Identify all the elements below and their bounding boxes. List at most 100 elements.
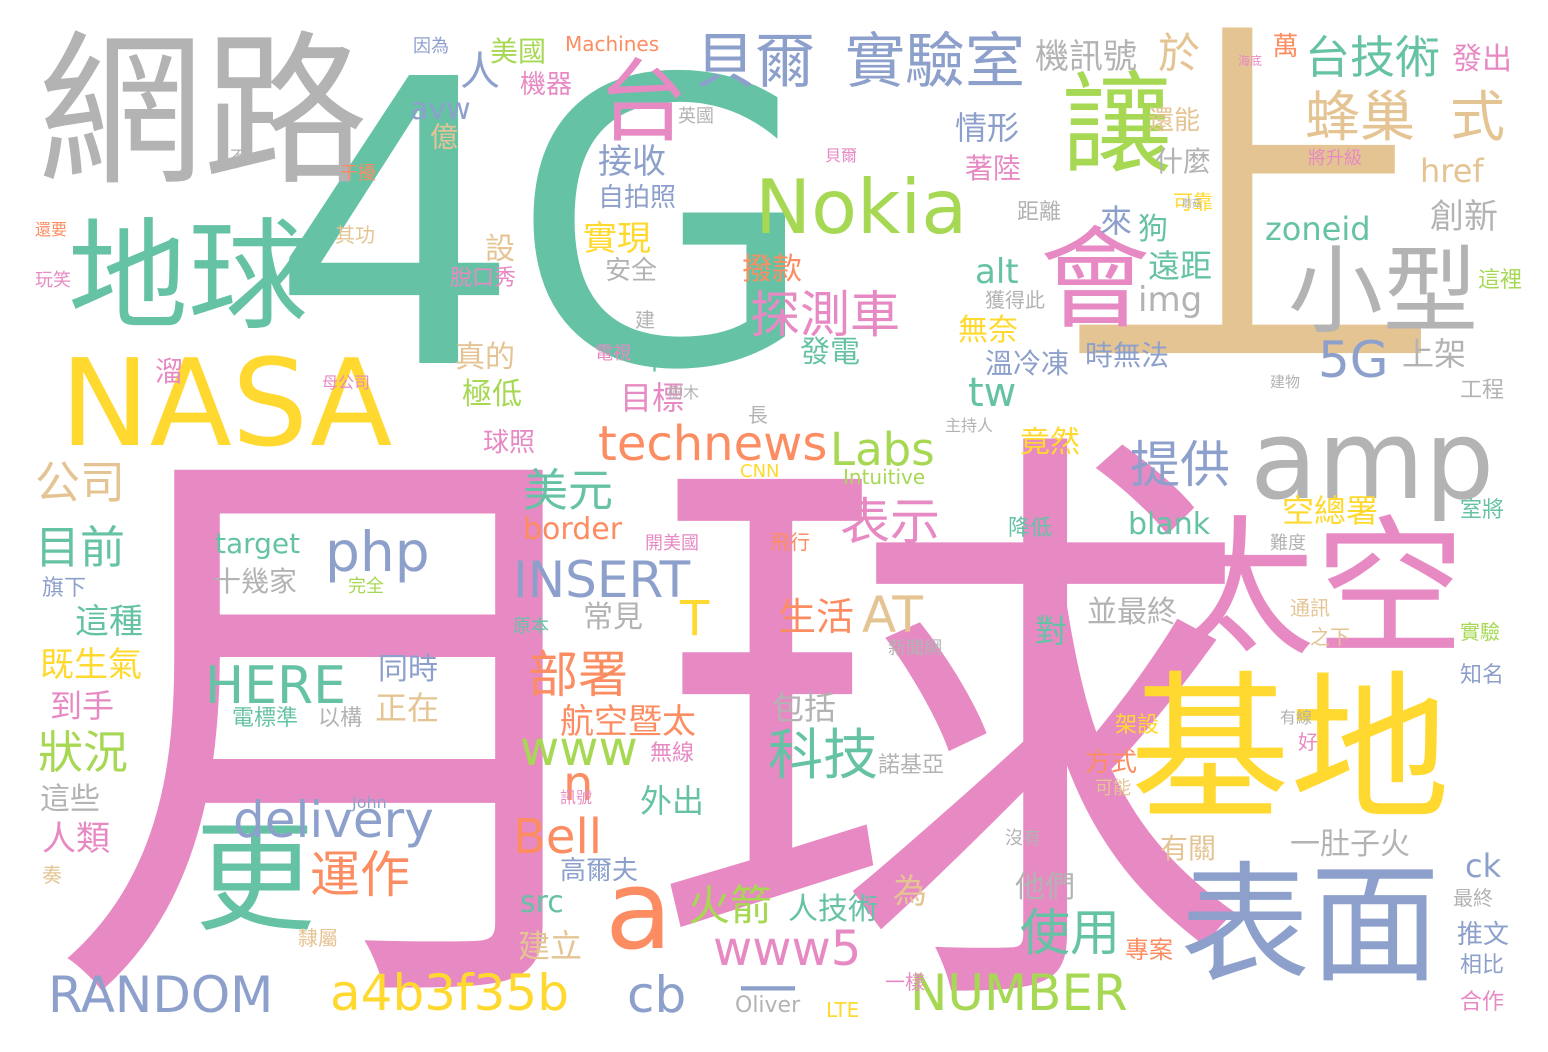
word: 方式 <box>1085 748 1138 778</box>
word: 工程 <box>1460 378 1505 403</box>
word: src <box>520 885 564 920</box>
word: 來 <box>1100 202 1133 240</box>
word: INSERT <box>513 551 691 609</box>
word: Machines <box>565 32 660 56</box>
word: 小型 <box>1288 237 1479 347</box>
word: 降低 <box>1008 516 1053 541</box>
word: Intuitive <box>843 465 926 489</box>
word: NASA <box>60 335 393 474</box>
word: 火箭 <box>688 881 773 930</box>
word: 相比 <box>1460 953 1505 978</box>
word: 以構 <box>318 706 363 731</box>
word: 最終 <box>1453 886 1493 910</box>
word: cb <box>627 966 687 1024</box>
word: 接收 <box>598 142 666 182</box>
word: Oliver <box>735 993 801 1018</box>
word: 真的 <box>455 340 515 375</box>
word: 實現 <box>583 219 651 259</box>
word: 使用 <box>1020 904 1120 962</box>
word: 目前 <box>35 521 126 574</box>
word: 安全 <box>605 256 658 286</box>
word: 將升級 <box>1308 148 1362 169</box>
word: php <box>325 520 430 584</box>
word: 基地 <box>1130 656 1451 843</box>
word: avw <box>410 92 471 127</box>
word: 會 <box>1040 216 1150 344</box>
word: 無奈 <box>958 313 1018 348</box>
word: 美元 <box>523 464 614 517</box>
word: 著陸 <box>965 152 1022 185</box>
word: HERE <box>205 656 346 716</box>
word: 電標準 <box>232 706 299 731</box>
word: 電視 <box>595 343 631 364</box>
word: 常見 <box>583 600 643 635</box>
word: alt <box>975 252 1019 292</box>
word: 什麼 <box>1155 145 1212 178</box>
word: RANDOM <box>48 966 274 1024</box>
word: 發出 <box>1452 42 1512 77</box>
word: 狀況 <box>38 726 129 779</box>
word: 正在 <box>375 689 440 727</box>
word: 發電 <box>800 335 860 370</box>
word: 公司 <box>35 456 126 509</box>
word: LTE <box>826 998 860 1022</box>
word: 母公司 <box>322 373 371 392</box>
word: 年 <box>638 342 668 377</box>
word: tw <box>968 370 1017 416</box>
word: 隸屬 <box>298 926 338 950</box>
word: 還要 <box>35 220 68 239</box>
word: 旗下 <box>42 576 87 601</box>
word: a4b3f35b <box>330 964 569 1022</box>
word: technews <box>598 416 828 472</box>
word: 干擾 <box>340 163 376 184</box>
word: 有關 <box>1160 832 1217 865</box>
word: 玩笑 <box>35 270 71 291</box>
word: 為 <box>893 872 927 912</box>
word: 實驗室 <box>845 27 1025 97</box>
word: 可能 <box>1095 778 1131 799</box>
word: 長 <box>748 403 768 427</box>
word: 建 <box>635 308 655 332</box>
word: 其功 <box>335 223 375 247</box>
word: 提供 <box>1130 436 1230 494</box>
word: 完全 <box>348 576 384 597</box>
word: 球照 <box>483 428 536 458</box>
word: 機器 <box>520 70 573 100</box>
word: 貝爾 <box>695 27 815 97</box>
word: 運作 <box>310 846 410 904</box>
word: 這裡 <box>1478 268 1523 293</box>
word: 十幾家 <box>213 565 298 598</box>
word: 推文 <box>1457 920 1510 950</box>
word: 到手 <box>50 687 115 725</box>
word: border <box>523 512 623 547</box>
word: 原本 <box>513 616 549 637</box>
word: 於 <box>1158 29 1201 78</box>
word: 一樣 <box>885 970 925 994</box>
word: 情形 <box>955 109 1020 147</box>
word: 架設 <box>1115 713 1160 738</box>
word: img <box>1138 280 1203 320</box>
word: 部署 <box>528 646 628 704</box>
word: href <box>1420 152 1484 190</box>
word: 高爾夫 <box>560 856 639 886</box>
word: 上架 <box>1402 335 1467 373</box>
word: 式 <box>1450 85 1506 149</box>
word: 表示 <box>840 493 940 551</box>
word: 因為 <box>413 36 449 57</box>
word: AT <box>862 586 923 644</box>
word: 人技術 <box>788 892 878 927</box>
word: 並最終 <box>1087 595 1177 630</box>
word: 設 <box>485 232 515 267</box>
word: Nokia <box>755 163 968 251</box>
word: 建立 <box>518 927 583 965</box>
word: 狗 <box>1138 212 1168 247</box>
word: 通訊 <box>1290 596 1330 620</box>
word: 這種 <box>75 602 143 642</box>
word: 遠距 <box>1148 247 1213 285</box>
word: Bell <box>513 809 603 865</box>
word: 建物 <box>1270 373 1301 391</box>
word: 他們 <box>1015 870 1075 905</box>
word: 機訊號 <box>1035 37 1137 77</box>
word: 探測車 <box>750 286 900 344</box>
word: 蜂巢 <box>1305 85 1416 149</box>
